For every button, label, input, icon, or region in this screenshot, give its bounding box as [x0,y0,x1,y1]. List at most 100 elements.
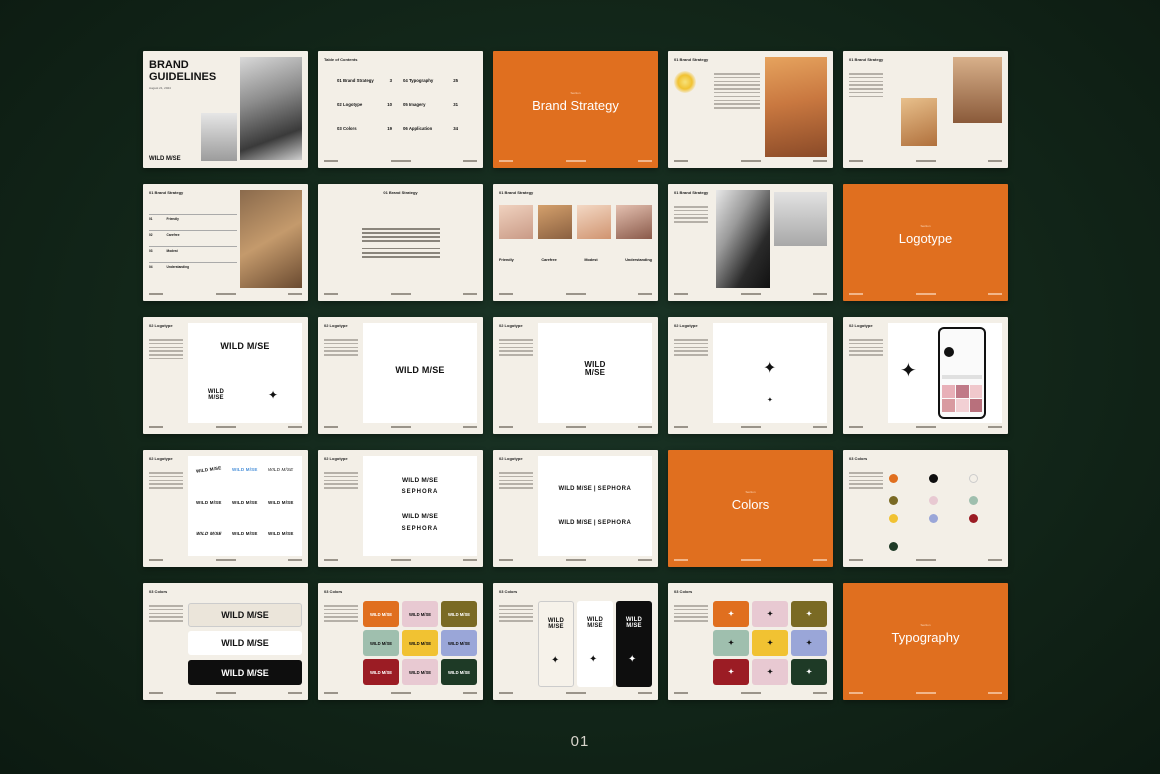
slide-co-branding-horizontal[interactable]: 02 Logotype WILD M/SE | SEPHORA WILD M/S… [493,450,658,567]
personality-trait: Carefree [541,258,557,262]
slide-section-colors[interactable]: Section Colors [668,450,833,567]
slide-brand-intro[interactable]: 01 Brand Strategy [668,51,833,168]
slide-color-palette[interactable]: 03 Colors [843,450,1008,567]
serum-drop-photo [674,71,696,93]
photo-2 [538,205,572,239]
swatch-olive: WILD M/SE [441,601,477,627]
toc-entry[interactable]: 01 Brand Strategy 3 [337,78,392,83]
slide-logo-color-swatches[interactable]: 03 Colors WILD M/SE WILD M/SE WILD M/SE WIL… [318,583,483,700]
logo-panel: WILD M/SE | SEPHORA WILD M/SE | SEPHORA [538,456,652,556]
cover-photo-bottle [201,113,237,161]
swatch-yellow: ✦ [752,630,788,656]
toc-entry[interactable]: 06 Application 34 [403,126,458,131]
toc-entry[interactable]: 04 Typography 25 [403,78,458,83]
toc-entry[interactable]: 03 Colors 19 [337,126,392,131]
face-photo [765,57,827,157]
personality-trait: Friendly [499,258,514,262]
section-label: Section [920,224,931,228]
slide-co-branding-stacked[interactable]: 02 Logotype WILD M/SE SEPHORA WILD M/SE … [318,450,483,567]
slide-secondary-logo[interactable]: 02 Logotype WILD M/SE [493,317,658,434]
logo-panel: WILD M/SE SEPHORA WILD M/SE SEPHORA [363,456,477,556]
slide-section-typography[interactable]: Section Typography [843,583,1008,700]
swatch-orange: WILD M/SE [363,601,399,627]
swatch-orange: ✦ [713,601,749,627]
slide-footer [499,426,652,430]
slide-footer [324,293,477,297]
value-row: 01 Friendly [149,214,237,230]
swatch-grid: ✦ ✦ ✦ ✦ ✦ ✦ ✦ ✦ ✦ [668,583,833,700]
section-title: Typography [891,630,960,645]
slide-table-of-contents[interactable]: Table of Contents 01 Brand Strategy 3 02 … [318,51,483,168]
page-indicator: 01 [570,733,590,750]
cover-title-line1: BRAND [149,59,189,71]
misuse-logo: WILD M/SE [232,500,258,505]
swatch-olive: ✦ [791,601,827,627]
slide-header: 02 Logotype [674,323,698,328]
toc-entry[interactable]: 05 Imagery 31 [403,102,458,107]
slide-header: 01 Brand Strategy [499,190,534,195]
sparkle-icon: ✦ [728,611,734,618]
slide-footer [849,293,1002,297]
value-number: 03 [149,249,153,253]
sparkle-icon: ✦ [806,669,812,676]
slide-header-centered: 01 Brand Strategy [383,190,418,195]
slide-our-values[interactable]: 01 Brand Strategy 01 Friendly 02 Carefree … [143,184,308,301]
logo-on-white: WILD M/SE [188,631,302,655]
sparkle-icon: ✦ [767,640,773,647]
slide-logo-in-app[interactable]: 02 Logotype ✦ [843,317,1008,434]
value-row: 03 Modest [149,246,237,262]
slide-logo-misuse[interactable]: 02 Logotype WILD M/SE WILD M/SE WILD M/S… [143,450,308,567]
slide-cover[interactable]: BRAND GUIDELINES August 21, 2024 WILD M/… [143,51,308,168]
slide-header: 01 Brand Strategy [674,57,709,62]
slide-brand-imagery[interactable]: 01 Brand Strategy [668,184,833,301]
slide-footer [849,160,1002,164]
partner-wordmark: SEPHORA [597,486,632,492]
palette-dots [843,450,1008,567]
slide-primary-logo[interactable]: 02 Logotype WILD M/SE [318,317,483,434]
slide-footer [324,692,477,696]
photo-4 [616,205,652,239]
swatch-pink: WILD M/SE [402,601,438,627]
sparkle-icon: ✦ [628,654,637,665]
primary-wordmark: WILD M/SE [220,341,270,351]
value-number: 01 [149,217,153,221]
color-swatch-crimson [969,514,978,523]
slide-logo-cards[interactable]: 03 Colors WILD M/SE ✦ WILD M/SE ✦ WILD M/SE… [493,583,658,700]
slide-logo-mark[interactable]: 02 Logotype ✦ ✦ [668,317,833,434]
value-name: Carefree [166,233,180,237]
swatch-pink: ✦ [752,659,788,685]
stacked-logo: WILD M/SE [616,617,652,630]
slide-section-logotype[interactable]: Section Logotype [843,184,1008,301]
slide-brand-story[interactable]: 01 Brand Strategy [843,51,1008,168]
toc-entry[interactable]: 02 Logotype 10 [337,102,392,107]
swatch-crimson: ✦ [713,659,749,685]
slide-header: 01 Brand Strategy [849,57,884,62]
slide-header: 02 Logotype [499,456,523,461]
wordmark: WILD M/SE [447,640,471,646]
wordmark: WILD M/SE [369,640,393,646]
slide-section-brand-strategy[interactable]: Section Brand Strategy [493,51,658,168]
swatch-forest: WILD M/SE [441,659,477,685]
logo-card-white: WILD M/SE ✦ [577,601,613,687]
logo-card-cream: WILD M/SE ✦ [538,601,574,687]
slide-footer [324,559,477,563]
color-swatch-black [929,474,938,483]
cover-brand: WILD M/SE [149,156,181,162]
cover-title-line2: GUIDELINES [149,70,217,83]
sparkle-icon: ✦ [806,611,812,618]
slide-brand-statement[interactable]: 01 Brand Strategy [318,184,483,301]
sparkle-icon: ✦ [551,655,560,666]
slide-logo-on-backgrounds[interactable]: 03 Colors WILD M/SE WILD M/SE WILD M/SE [143,583,308,700]
co-brand-wordmark: WILD M/SE [558,486,592,492]
co-brand-lockup: WILD M/SE | SEPHORA [558,486,632,492]
value-name: Friendly [166,217,179,221]
wordmark: WILD M/SE [447,669,471,675]
misuse-logo: WILD M/SE [232,531,258,536]
co-brand-wordmark: WILD M/SE [401,477,439,484]
wordmark: WILD M/SE [221,667,269,678]
product-still-photo [774,192,827,246]
slide-logo-mark-swatches[interactable]: 03 Colors ✦ ✦ ✦ ✦ ✦ ✦ ✦ ✦ ✦ [668,583,833,700]
slide-logo-overview[interactable]: 02 Logotype WILD M/SE WILD M/SE ✦ [143,317,308,434]
slide-brand-personality[interactable]: 01 Brand Strategy Friendly Carefree Mode… [493,184,658,301]
value-name: Modest [166,249,178,253]
